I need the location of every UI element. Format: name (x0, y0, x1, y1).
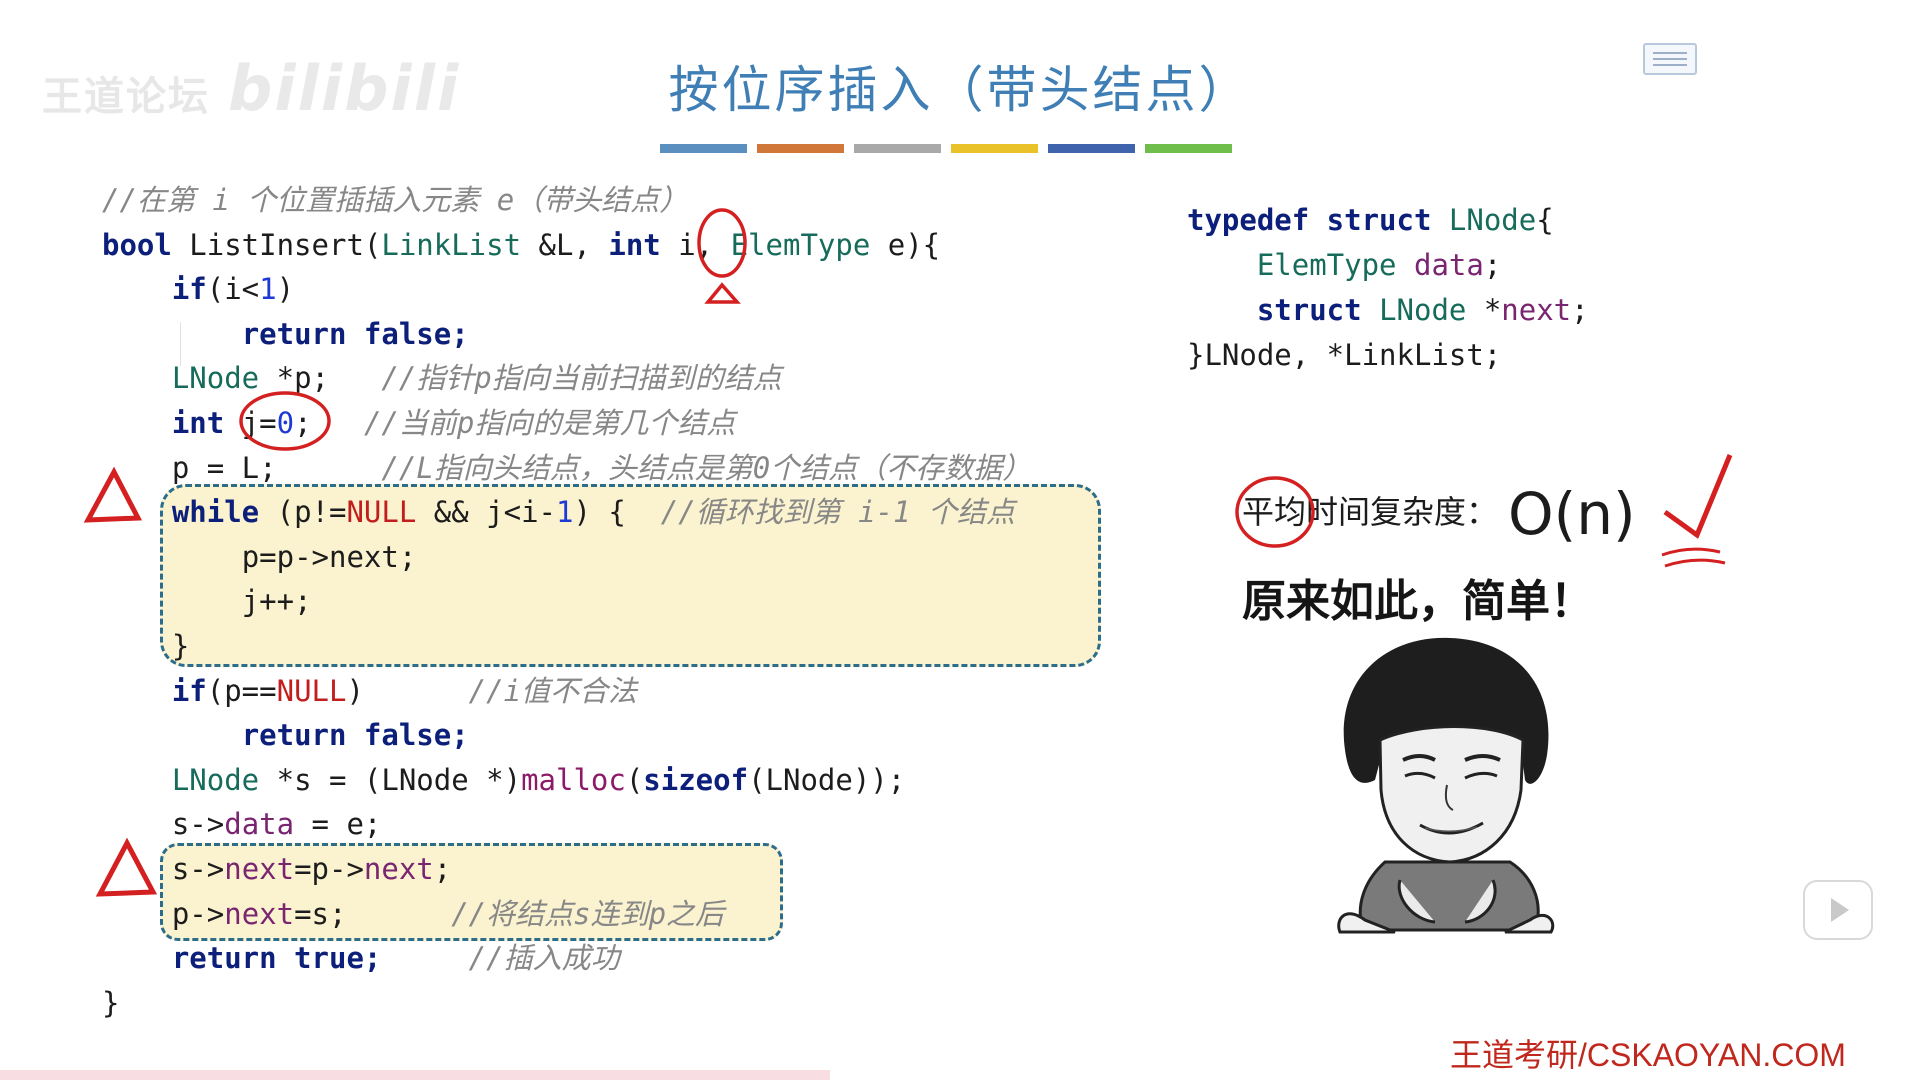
slide-title: 按位序插入（带头结点） (668, 61, 1252, 119)
code-line: j++; (241, 584, 312, 619)
code-line: //在第 i 个位置插插入元素 e（带头结点） (102, 183, 689, 217)
slide: { "title": "按位序插入（带头结点）", "watermark": {… (0, 0, 1920, 1080)
code-line: return false; (241, 718, 469, 753)
code-line: } (171, 628, 190, 663)
color-bar (1048, 144, 1135, 153)
meme-character-illustration (1337, 637, 1555, 934)
complexity-note: 平均时间复杂度： O(n) (1242, 480, 1636, 548)
code-line: p=p->next; (241, 539, 417, 574)
color-bars (660, 144, 1232, 153)
check-mark (1663, 454, 1733, 539)
color-bar (757, 144, 844, 153)
play-button[interactable] (1803, 880, 1873, 940)
code-line: LNode *s = (LNode *)malloc(sizeof(LNode)… (171, 762, 906, 797)
code-line: bool ListInsert(LinkList &L, int i, Elem… (102, 227, 941, 262)
code-line: if(p==NULL) //i值不合法 (171, 673, 638, 708)
color-bar (854, 144, 941, 153)
color-bar (951, 144, 1038, 153)
code-line: p->next=s; //将结点s连到p之后 (171, 896, 725, 931)
exclaim-text: 原来如此，简单！ (1242, 576, 1594, 627)
code-listing: //在第 i 个位置插插入元素 e（带头结点） bool ListInsert(… (102, 178, 1031, 1025)
code-line: return true; //插入成功 (171, 941, 620, 976)
struct-definition: typedef struct LNode{ ElemType data; str… (1187, 198, 1589, 378)
code-line: return false; (241, 316, 469, 351)
code-line: }LNode, *LinkList; (1187, 338, 1502, 372)
progress-strip (0, 1070, 830, 1080)
complexity-value: O(n) (1508, 480, 1636, 548)
slide-thumbnail-icon[interactable] (1643, 43, 1697, 75)
code-line: typedef struct LNode{ (1187, 203, 1554, 237)
code-line: int j=0; //当前p指向的是第几个结点 (171, 405, 736, 440)
footer-brand: 王道考研/CSKAOYAN.COM (1450, 1037, 1846, 1073)
color-bar (1145, 144, 1232, 153)
code-line: LNode *p; //指针p指向当前扫描到的结点 (171, 361, 782, 396)
code-line: } (102, 985, 120, 1020)
code-line: p = L; //L指向头结点，头结点是第0个结点（不存数据） (171, 450, 1032, 485)
underline-mark (1661, 547, 1726, 568)
code-line: struct LNode *next; (1256, 293, 1589, 327)
color-bar (660, 144, 747, 153)
code-line: if(i<1) (171, 272, 295, 307)
code-line: s->next=p->next; (171, 851, 452, 886)
code-line: s->data = e; (171, 807, 382, 842)
code-line: ElemType data; (1256, 248, 1502, 282)
complexity-label: 平均时间复杂度： (1242, 493, 1499, 531)
code-line: while (p!=NULL && j<i-1) { //循环找到第 i-1 个… (171, 495, 1015, 530)
